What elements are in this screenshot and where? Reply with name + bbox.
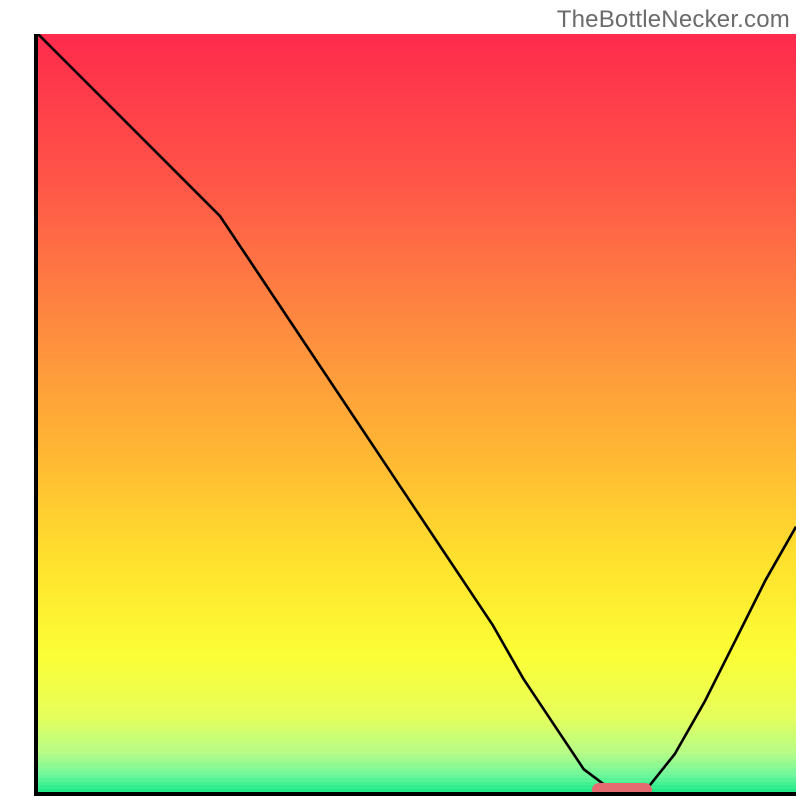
plot-area bbox=[34, 34, 796, 796]
watermark-text: TheBottleNecker.com bbox=[557, 6, 790, 34]
bottleneck-curve bbox=[38, 34, 796, 792]
chart-frame: TheBottleNecker.com bbox=[0, 0, 800, 800]
chart-svg bbox=[38, 34, 796, 792]
optimal-marker bbox=[592, 783, 652, 796]
